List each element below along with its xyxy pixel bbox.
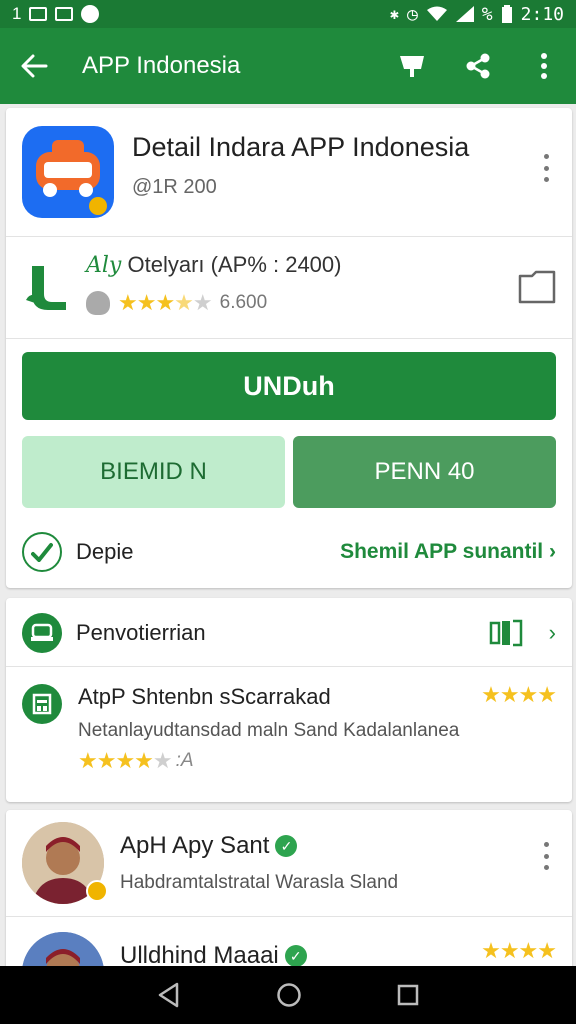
app-header: Detail Indara APP Indonesia @1R 200 [22, 124, 556, 224]
app-detail-card: Detail Indara APP Indonesia @1R 200 Aly … [6, 108, 572, 588]
divider [6, 666, 572, 667]
users-card: ApH Apy Sant ✓ Habdramtalstratal Warasla… [6, 810, 572, 970]
developer-title: Otelyarı [127, 252, 205, 277]
alarm-icon: ◷ [406, 3, 418, 25]
verified-icon: ✓ [275, 835, 298, 857]
review-item[interactable]: AtpP Shtenbn sScarrakad ★★★★ Netanlayudt… [22, 678, 557, 788]
verified-icon: ✓ [284, 945, 307, 967]
divider [6, 338, 572, 339]
user-item[interactable]: Ulldhind Maaai ✓ ★★★★ [6, 918, 572, 970]
arrow-left-icon [21, 54, 48, 78]
user-item[interactable]: ApH Apy Sant ✓ Habdramtalstratal Warasla… [6, 810, 572, 914]
more-vert-icon [541, 53, 547, 79]
developer-row[interactable]: Aly Otelyarı (AP% : 2400) ★★★★★ 6.600 [22, 242, 556, 332]
review-title: AtpP Shtenbn sScarrakad [78, 684, 331, 709]
signal-icon [455, 6, 474, 22]
depie-label: Depie [76, 539, 134, 564]
review-rating-right: ★★★★ [481, 682, 557, 707]
permissions-card: Penvotierrian › AtpP Shtenbn sScarrakad … [6, 598, 572, 802]
wifi-icon [426, 6, 447, 21]
chevron-right-icon: › [549, 540, 556, 563]
check-icon [22, 532, 62, 572]
app-icon [22, 126, 114, 218]
review-count: :A [175, 750, 194, 771]
permission-row[interactable]: Penvotierrian › [22, 610, 556, 656]
review-stars: ★★★★★ [78, 748, 173, 773]
app-more-button[interactable] [536, 148, 556, 188]
page-title: APP Indonesia [82, 52, 241, 79]
avatar [22, 932, 104, 970]
review-rating-left: ★★★★★ :A [78, 748, 194, 774]
developer-rating-text: 6.600 [219, 292, 268, 313]
cart-icon [400, 56, 424, 77]
developer-rating-stars: ★★★★★ [118, 290, 213, 315]
tertiary-button[interactable]: PENN 40 [293, 436, 556, 508]
divider [6, 236, 572, 237]
app-subtitle: @1R 200 [132, 176, 217, 198]
battery-icon [501, 5, 512, 23]
image-notification-icon [29, 7, 48, 21]
user-rating-stars: ★★★★ [481, 938, 557, 963]
app-bar: APP Indonesia [0, 28, 576, 104]
bluetooth-icon: ✱ [389, 5, 399, 23]
developer-prefix: Aly [86, 253, 122, 278]
chevron-right-icon: › [548, 620, 556, 645]
download-button[interactable]: UNDuh [22, 352, 556, 420]
home-nav-icon[interactable] [276, 982, 302, 1008]
compass-notification-icon [81, 5, 100, 23]
document-icon [22, 684, 62, 724]
battery-percent: % [481, 3, 493, 25]
status-bar: 1 ✱ ◷ % 2:10 [0, 0, 576, 28]
developer-detail: (AP% : 2400) [210, 252, 342, 277]
user-subtitle: Habdramtalstratal Warasla Sland [120, 872, 399, 893]
back-button[interactable] [16, 48, 52, 84]
divider [6, 916, 572, 917]
device-icon [22, 613, 62, 653]
photo-notification-icon [55, 7, 74, 21]
permission-label: Penvotierrian [76, 620, 206, 645]
status-left-text: 1 [12, 4, 22, 23]
share-icon [466, 53, 490, 79]
folder-icon[interactable] [518, 270, 556, 304]
cart-button[interactable] [396, 50, 428, 82]
review-text: Netanlayudtansdad maln Sand Kadalanlanea [78, 720, 460, 741]
system-nav-bar [0, 966, 576, 1024]
depie-link-text: Shemil APP sunantil [340, 540, 544, 563]
recents-nav-icon[interactable] [397, 984, 419, 1006]
more-options-button[interactable] [528, 50, 560, 82]
secondary-button[interactable]: BIEMID N [22, 436, 285, 508]
user-name: ApH Apy Sant ✓ [120, 832, 298, 860]
clock: 2:10 [520, 3, 564, 25]
back-nav-icon[interactable] [157, 982, 181, 1008]
user-name-text: ApH Apy Sant [120, 832, 270, 859]
app-name: Detail Indara APP Indonesia [132, 132, 470, 162]
depie-link[interactable]: Shemil APP sunantil › [340, 540, 556, 564]
depie-row[interactable]: Depie Shemil APP sunantil › [22, 528, 556, 576]
badge-icon [86, 880, 108, 902]
developer-logo-icon [26, 266, 66, 310]
developer-meta: ★★★★★ 6.600 [86, 290, 267, 316]
shield-icon [86, 291, 110, 315]
user-more-button[interactable] [536, 836, 556, 876]
phone-compare-icon [489, 619, 522, 647]
share-button[interactable] [462, 50, 494, 82]
developer-name: Aly Otelyarı (AP% : 2400) [86, 252, 341, 278]
